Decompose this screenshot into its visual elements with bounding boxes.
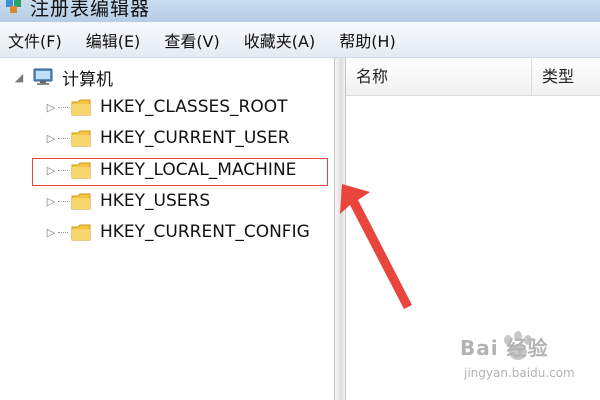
expand-arrow-icon[interactable]: ▷: [44, 226, 58, 239]
menu-bar: 文件(F) 编辑(E) 查看(V) 收藏夹(A) 帮助(H): [0, 22, 600, 58]
baidu-watermark: Bai 经验 jingyan.baidu.com: [450, 330, 590, 390]
tree-node-label: HKEY_CURRENT_USER: [100, 128, 290, 148]
regedit-app-icon: [6, 0, 21, 13]
tree-node-computer[interactable]: ◢ 计算机: [12, 62, 113, 92]
tree-connector: [58, 106, 68, 108]
expand-arrow-icon[interactable]: ▷: [44, 101, 58, 114]
tree-node-hkcc[interactable]: ▷ HKEY_CURRENT_CONFIG: [44, 217, 310, 247]
tree-node-label: HKEY_CLASSES_ROOT: [100, 97, 288, 117]
expand-arrow-icon[interactable]: ▷: [44, 195, 58, 208]
annotation-arrow-icon: [340, 184, 412, 309]
registry-tree[interactable]: ◢ 计算机 ▷ HKEY_CLASSES_ROOT ▷ HKEY_CURRENT…: [0, 58, 334, 400]
menu-file[interactable]: 文件(F): [8, 28, 62, 52]
highlight-box: [32, 158, 328, 186]
window-title: 注册表编辑器: [30, 0, 151, 20]
folder-icon: [71, 224, 91, 241]
menu-favorites[interactable]: 收藏夹(A): [244, 28, 315, 52]
list-header: 名称 类型: [346, 58, 600, 96]
column-type-header[interactable]: 类型: [532, 58, 600, 96]
menu-edit[interactable]: 编辑(E): [86, 28, 141, 52]
folder-icon: [71, 99, 91, 116]
tree-node-hkcr[interactable]: ▷ HKEY_CLASSES_ROOT: [44, 92, 288, 122]
tree-connector: [58, 200, 68, 202]
tree-connector: [58, 231, 68, 233]
column-name-header[interactable]: 名称: [346, 58, 532, 96]
computer-icon: [33, 68, 53, 85]
collapse-arrow-icon[interactable]: ◢: [12, 71, 26, 84]
watermark-url: jingyan.baidu.com: [464, 366, 575, 380]
folder-icon: [71, 193, 91, 210]
tree-node-hku[interactable]: ▷ HKEY_USERS: [44, 186, 210, 216]
folder-icon: [71, 130, 91, 147]
watermark-text: Bai 经验: [460, 336, 549, 360]
tree-node-hkcu[interactable]: ▷ HKEY_CURRENT_USER: [44, 123, 290, 153]
tree-node-label: HKEY_CURRENT_CONFIG: [100, 222, 310, 242]
tree-node-label: HKEY_USERS: [100, 191, 211, 211]
menu-view[interactable]: 查看(V): [164, 28, 219, 52]
tree-connector: [58, 137, 68, 139]
tree-node-label: 计算机: [62, 69, 113, 90]
menu-help[interactable]: 帮助(H): [339, 28, 396, 52]
expand-arrow-icon[interactable]: ▷: [44, 132, 58, 145]
title-bar: 注册表编辑器: [0, 0, 600, 22]
